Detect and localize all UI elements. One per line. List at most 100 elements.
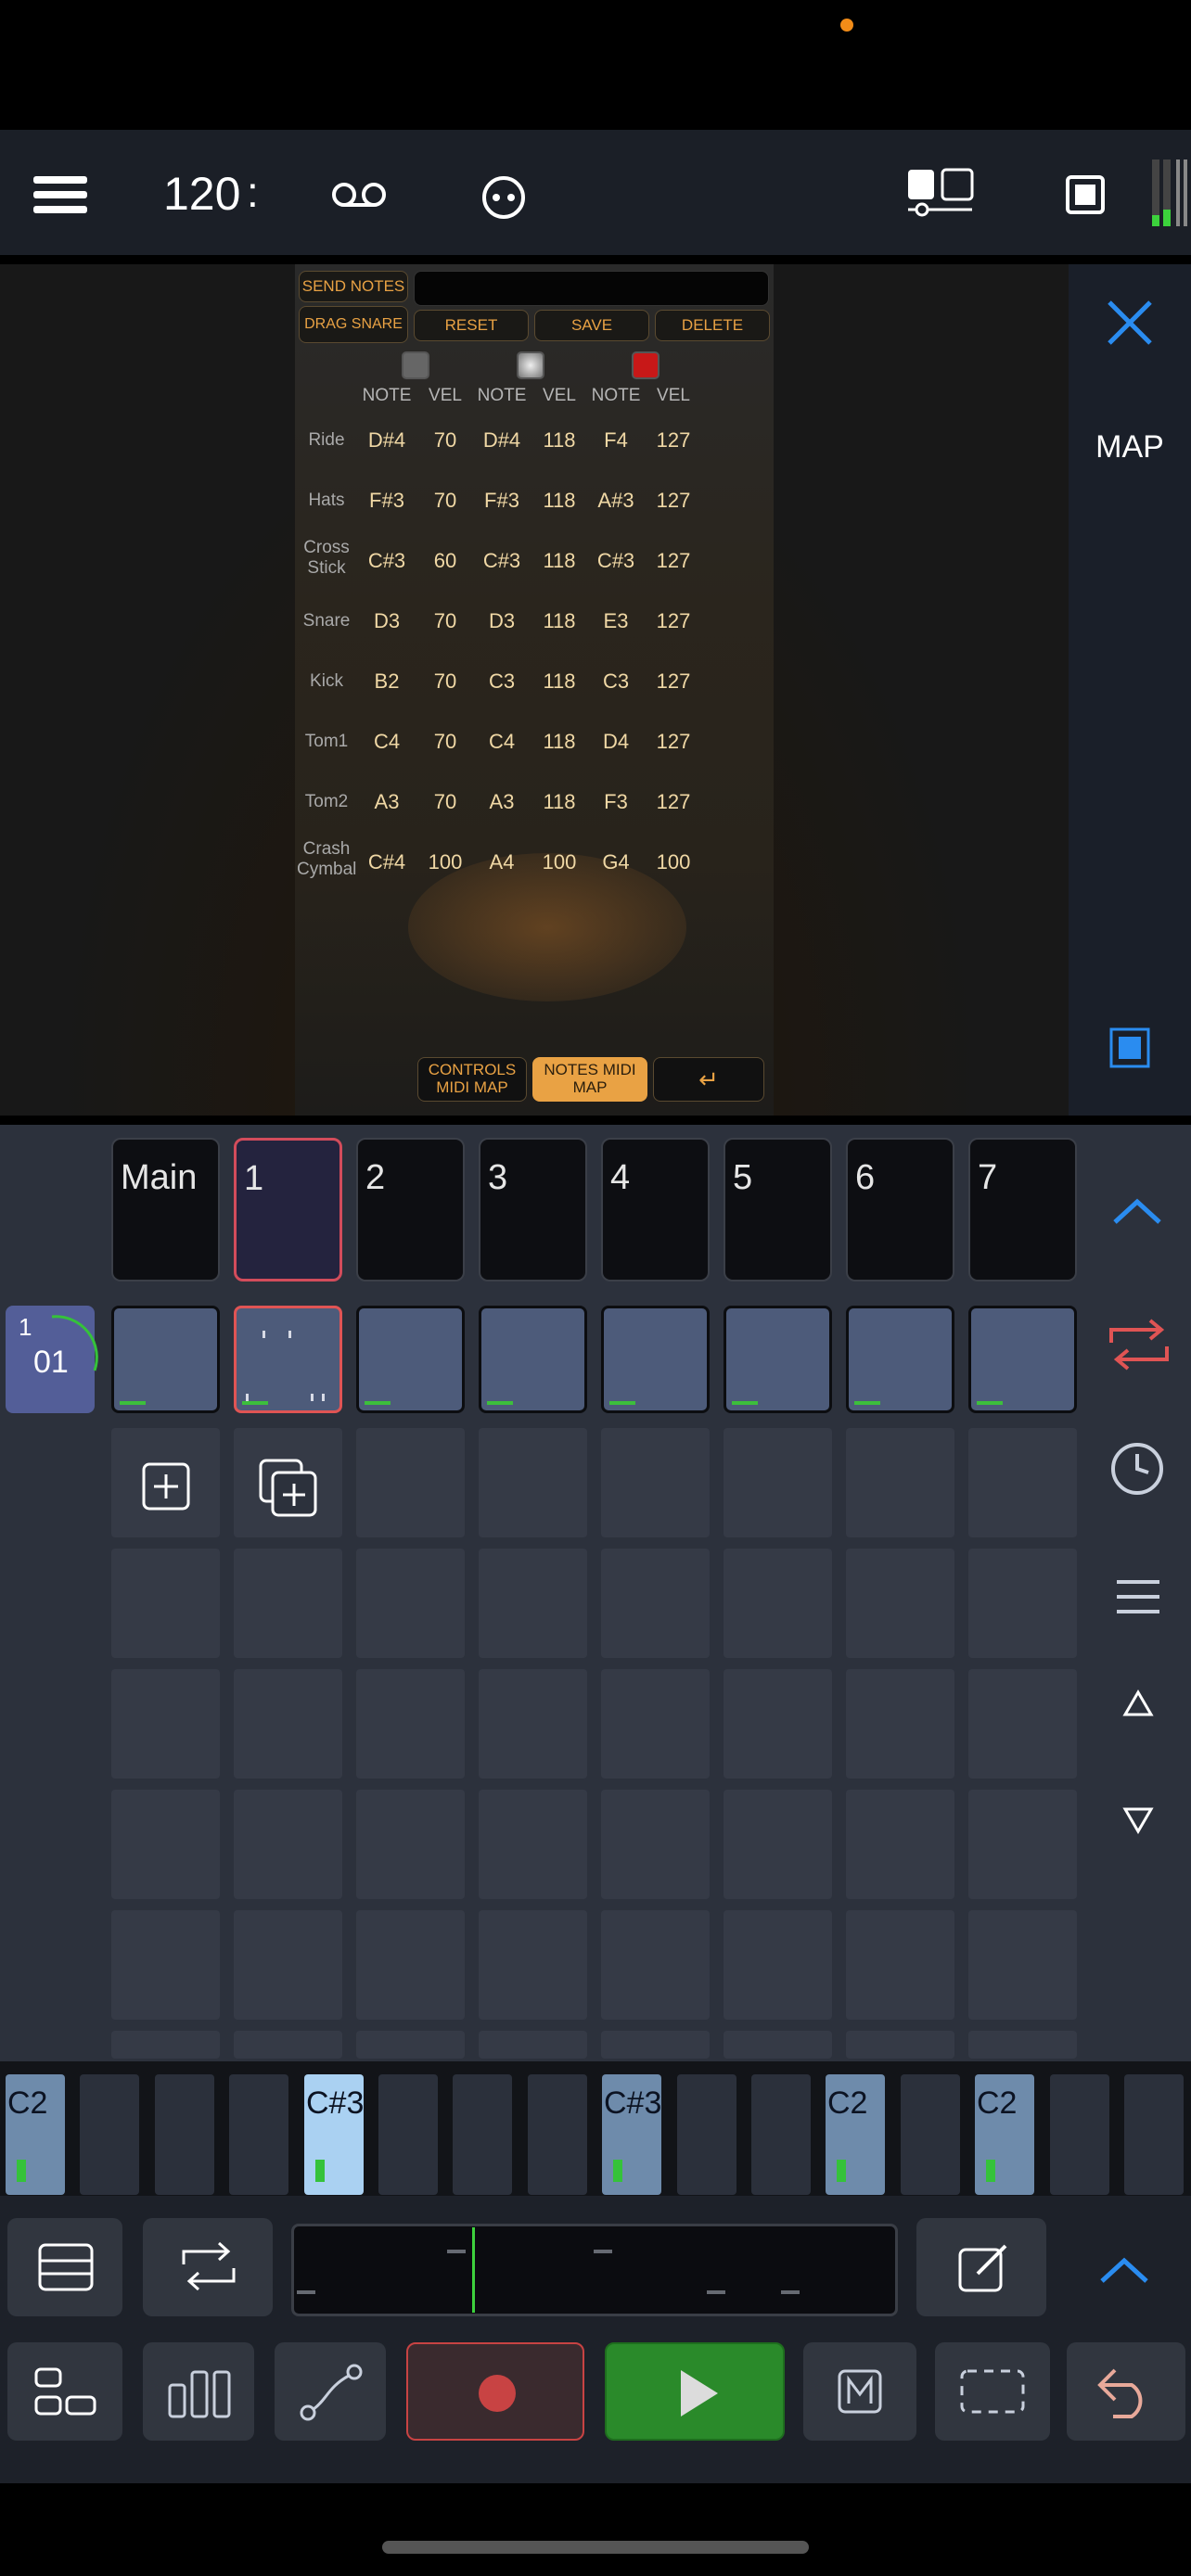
empty-clip-slot[interactable] [356, 1910, 465, 2020]
empty-clip-slot[interactable] [846, 2031, 954, 2059]
empty-clip-slot[interactable] [601, 1910, 710, 2020]
clip-cell[interactable] [724, 1306, 832, 1413]
drum-map-cell[interactable]: D3 [474, 609, 530, 633]
scene-slot[interactable]: 4 [601, 1138, 710, 1282]
selection-button[interactable] [935, 2342, 1050, 2441]
note-step-key[interactable]: C#3 [602, 2074, 661, 2195]
empty-clip-slot[interactable] [234, 1669, 342, 1779]
empty-clip-slot[interactable] [601, 1790, 710, 1899]
loop-arrows-icon[interactable] [1104, 1317, 1174, 1377]
controls-midi-map-tab[interactable]: CONTROLS MIDI MAP [417, 1057, 527, 1102]
drum-map-cell[interactable]: 118 [531, 609, 587, 633]
clip-cell[interactable] [479, 1306, 587, 1413]
expand-up-icon[interactable] [1098, 2253, 1150, 2291]
drum-map-cell[interactable]: 70 [417, 670, 473, 694]
empty-clip-slot[interactable] [479, 1549, 587, 1658]
empty-clip-slot[interactable] [724, 1790, 832, 1899]
clip-cell[interactable] [601, 1306, 710, 1413]
note-step-key[interactable] [1050, 2074, 1109, 2195]
send-notes-button[interactable]: SEND NOTES [299, 271, 408, 302]
levels-button[interactable] [143, 2342, 254, 2441]
drum-map-cell[interactable]: 70 [417, 730, 473, 754]
note-step-key[interactable] [155, 2074, 214, 2195]
drum-map-cell[interactable]: C#3 [359, 549, 415, 573]
drum-map-cell[interactable]: A4 [474, 850, 530, 874]
plugin-window-icon[interactable] [1109, 1027, 1150, 1073]
metronome-face-icon[interactable] [480, 174, 527, 221]
send-notes-field[interactable] [414, 271, 769, 306]
empty-clip-slot[interactable] [968, 1910, 1077, 2020]
drum-map-cell[interactable]: 60 [417, 549, 473, 573]
record-button[interactable] [406, 2342, 584, 2441]
empty-clip-slot[interactable] [356, 1790, 465, 1899]
drum-map-cell[interactable]: C3 [474, 670, 530, 694]
empty-clip-slot[interactable] [479, 1428, 587, 1537]
timeline-playhead[interactable] [472, 2227, 475, 2313]
empty-clip-slot[interactable] [724, 1549, 832, 1658]
note-step-key[interactable] [453, 2074, 512, 2195]
save-button[interactable]: SAVE [534, 310, 649, 341]
menu-hamburger-icon[interactable] [33, 176, 87, 213]
home-indicator-bar[interactable] [382, 2541, 809, 2554]
drum-map-cell[interactable]: A3 [359, 790, 415, 814]
drum-map-cell[interactable]: 70 [417, 609, 473, 633]
drum-map-cell[interactable]: 127 [646, 549, 701, 573]
clip-timeline[interactable] [291, 2224, 898, 2316]
drum-map-cell[interactable]: F4 [588, 428, 644, 453]
clip-cell[interactable] [846, 1306, 954, 1413]
scene-slot[interactable]: 5 [724, 1138, 832, 1282]
scene-slot[interactable]: 6 [846, 1138, 954, 1282]
note-step-key[interactable]: C2 [6, 2074, 65, 2195]
empty-clip-slot[interactable] [479, 1669, 587, 1779]
velocity-mid-led[interactable] [517, 351, 544, 379]
loop-toggle-button[interactable] [143, 2218, 273, 2316]
close-icon[interactable] [1106, 299, 1154, 351]
empty-clip-slot[interactable] [846, 1910, 954, 2020]
drum-map-cell[interactable]: F#3 [359, 489, 415, 513]
empty-clip-slot[interactable] [601, 1428, 710, 1537]
empty-clip-slot[interactable] [479, 1910, 587, 2020]
empty-clip-slot[interactable] [968, 1549, 1077, 1658]
scene-slot[interactable]: 7 [968, 1138, 1077, 1282]
undo-button[interactable] [1067, 2342, 1185, 2441]
drum-map-cell[interactable]: C4 [359, 730, 415, 754]
play-button[interactable] [605, 2342, 785, 2441]
triangle-down-icon[interactable] [1122, 1806, 1154, 1839]
drum-map-cell[interactable]: 100 [646, 850, 701, 874]
drum-map-cell[interactable]: D3 [359, 609, 415, 633]
drum-map-cell[interactable]: F3 [588, 790, 644, 814]
clock-icon[interactable] [1109, 1441, 1165, 1501]
drum-map-cell[interactable]: 70 [417, 790, 473, 814]
empty-clip-slot[interactable] [356, 1549, 465, 1658]
empty-clip-slot[interactable] [724, 1669, 832, 1779]
clip-view-button[interactable] [7, 2218, 122, 2316]
note-step-key[interactable]: C#3 [304, 2074, 364, 2195]
track-badge[interactable]: 1 01 [6, 1306, 98, 1413]
clip-cell[interactable] [356, 1306, 465, 1413]
empty-clip-slot[interactable] [111, 1910, 220, 2020]
velocity-high-led[interactable] [632, 351, 660, 379]
scene-slot[interactable]: Main [111, 1138, 220, 1282]
chevron-up-icon[interactable] [1111, 1194, 1163, 1232]
loop-tape-icon[interactable] [330, 178, 388, 211]
mixer-layout-button[interactable] [7, 2342, 122, 2441]
scene-slot[interactable]: 1 [234, 1138, 342, 1282]
clip-cell[interactable] [234, 1306, 342, 1413]
edit-clip-button[interactable] [916, 2218, 1046, 2316]
drum-map-cell[interactable]: B2 [359, 670, 415, 694]
note-step-key[interactable] [1124, 2074, 1184, 2195]
empty-clip-slot[interactable] [111, 1669, 220, 1779]
add-clip-icon[interactable] [141, 1461, 191, 1516]
drum-map-cell[interactable]: D4 [588, 730, 644, 754]
drum-map-cell[interactable]: 70 [417, 428, 473, 453]
empty-clip-slot[interactable] [601, 1669, 710, 1779]
empty-clip-slot[interactable] [479, 1790, 587, 1899]
enter-button[interactable]: ↵ [653, 1057, 764, 1102]
empty-clip-slot[interactable] [724, 2031, 832, 2059]
clip-cell[interactable] [968, 1306, 1077, 1413]
drum-map-cell[interactable]: 70 [417, 489, 473, 513]
note-step-key[interactable]: C2 [826, 2074, 885, 2195]
empty-clip-slot[interactable] [479, 2031, 587, 2059]
drum-map-cell[interactable]: D#4 [359, 428, 415, 453]
velocity-low-led[interactable] [402, 351, 429, 379]
